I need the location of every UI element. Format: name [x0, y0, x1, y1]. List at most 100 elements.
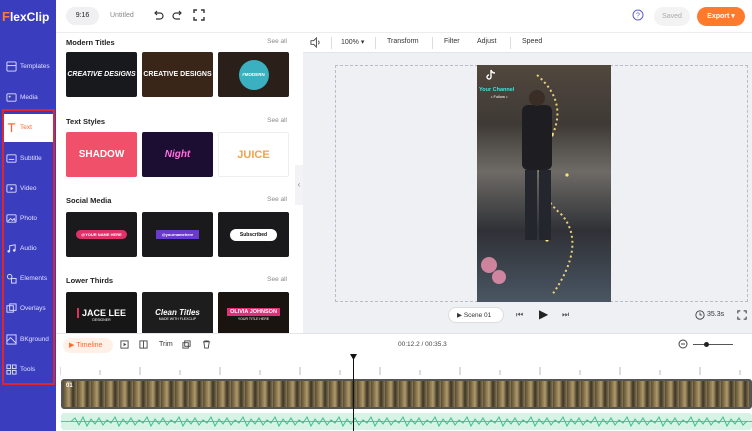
export-label: Export	[707, 13, 730, 20]
template-thumbnail[interactable]: #MODERN	[218, 52, 289, 97]
sidebar-item-subtitle[interactable]: Subtitle	[2, 145, 54, 173]
toolbar-divider	[331, 37, 332, 49]
template-thumbnail[interactable]: @YOUR NAME HERE	[66, 212, 137, 257]
background-icon	[6, 334, 17, 345]
sidebar-item-overlays[interactable]: Overlays	[2, 295, 54, 323]
see-all-link[interactable]: See all	[267, 117, 287, 124]
template-thumbnail[interactable]: Subscribed	[218, 212, 289, 257]
thumbnail-subtext: MADE WITH FLEXCLIP	[158, 317, 197, 321]
sidebar-item-video[interactable]: Video	[2, 175, 54, 203]
video-icon	[6, 184, 17, 193]
sidebar-item-audio[interactable]: Audio	[2, 235, 54, 263]
toolbar-divider	[432, 37, 433, 49]
speed-button[interactable]: Speed	[522, 38, 542, 45]
sidebar-item-tools[interactable]: Tools	[2, 356, 54, 384]
sidebar-item-elements[interactable]: Elements	[2, 265, 54, 293]
sidebar-item-photo[interactable]: Photo	[2, 205, 54, 233]
template-thumbnail[interactable]: JACE LEE DESIGNER	[66, 292, 137, 333]
timeline-time: 00:12.2 / 00:35.3	[398, 341, 447, 348]
preview-toolbar: 100% ▾ Transform Filter Adjust Speed	[303, 33, 752, 53]
clock-icon	[695, 310, 705, 320]
template-thumbnail[interactable]: OLIVIA JOHNSON YOUR TITLE HERE	[218, 292, 289, 333]
playhead-line[interactable]	[353, 354, 354, 431]
sidebar-item-label: Subtitle	[20, 155, 42, 162]
template-thumbnail[interactable]: CREATIVE DESIGNS	[66, 52, 137, 97]
sidebar-item-label: Text	[20, 124, 32, 131]
tools-icon	[6, 364, 17, 375]
overlays-icon	[6, 303, 17, 313]
see-all-link[interactable]: See all	[267, 196, 287, 203]
see-all-link[interactable]: See all	[267, 38, 287, 45]
video-track[interactable]: 01	[61, 379, 752, 409]
redo-icon[interactable]	[172, 9, 184, 21]
video-preview[interactable]: Your Channel • Follow •	[477, 65, 611, 302]
sidebar-item-label: Overlays	[20, 305, 46, 312]
zoom-out-icon[interactable]	[678, 339, 688, 349]
sidebar-item-text[interactable]: Text	[2, 114, 54, 142]
delete-icon[interactable]	[202, 340, 211, 349]
sidebar-item-label: Photo	[20, 215, 37, 222]
scene-selector[interactable]: ▶ Scene 01	[448, 307, 504, 323]
template-thumbnail[interactable]: Clean Titles MADE WITH FLEXCLIP	[142, 292, 213, 333]
play-icon[interactable]: ▶	[539, 307, 548, 321]
saved-status: Saved	[654, 7, 690, 26]
audio-icon	[7, 244, 16, 253]
volume-icon[interactable]	[310, 37, 321, 48]
zoom-slider[interactable]	[693, 344, 733, 345]
transform-button[interactable]: Transform	[387, 38, 419, 45]
filter-button[interactable]: Filter	[444, 38, 460, 45]
next-scene-icon[interactable]: ⏭	[562, 310, 569, 320]
sidebar-item-media[interactable]: Media	[2, 84, 54, 112]
sidebar-item-label: Audio	[20, 245, 37, 252]
export-button[interactable]: Export ▾	[697, 7, 745, 26]
playback-bar: ▶ Scene 01 ⏮ ▶ ⏭ 35.3s	[303, 303, 752, 333]
sidebar-item-background[interactable]: BKground	[2, 326, 54, 354]
total-duration: 35.3s	[707, 311, 725, 318]
category-title: Modern Titles	[66, 38, 115, 47]
zoom-dropdown[interactable]: 100% ▾	[341, 38, 364, 46]
flexclip-logo[interactable]: FlexClip	[2, 9, 54, 27]
zoom-value: 100%	[341, 39, 359, 46]
template-thumbnail[interactable]: @yournamehere	[142, 212, 213, 257]
play-small-icon: ▶	[457, 312, 462, 319]
fullscreen-icon[interactable]	[193, 9, 205, 21]
project-title[interactable]: Untitled	[110, 12, 134, 19]
trim-button[interactable]: Trim	[159, 341, 173, 348]
timeline-tab[interactable]: ▶ Timeline	[63, 338, 113, 353]
previous-scene-icon[interactable]: ⏮	[516, 310, 523, 320]
thumbnail-text: @yournamehere	[155, 230, 200, 239]
category-title: Lower Thirds	[66, 276, 114, 285]
see-all-link[interactable]: See all	[267, 276, 287, 283]
category-title: Text Styles	[66, 117, 106, 126]
logo-text: lexClip	[9, 10, 50, 24]
thumbnail-text: @YOUR NAME HERE	[76, 230, 127, 239]
undo-icon[interactable]	[152, 9, 164, 21]
subtitle-icon	[6, 154, 17, 163]
template-thumbnail[interactable]: CREATIVE DESIGNS	[142, 52, 213, 97]
help-icon[interactable]: ?	[632, 9, 644, 21]
thumbnail-text: #MODERN	[238, 59, 269, 90]
aspect-ratio-button[interactable]: 9:16	[66, 7, 99, 25]
thumbnail-text: Clean Titles	[155, 308, 200, 317]
thumbnail-text: SHADOW	[78, 149, 125, 160]
timeline-ruler[interactable]	[60, 357, 752, 375]
add-clip-icon[interactable]	[120, 340, 129, 349]
collapse-panel-button[interactable]: ‹	[295, 165, 303, 205]
expand-preview-icon[interactable]	[737, 310, 747, 320]
thumbnail-text: Subscribed	[229, 228, 278, 241]
duplicate-icon[interactable]	[182, 340, 191, 349]
svg-text:?: ?	[636, 13, 640, 20]
text-icon	[7, 123, 16, 133]
elements-icon	[6, 273, 17, 284]
split-icon[interactable]	[139, 340, 148, 349]
media-icon	[6, 93, 17, 102]
adjust-button[interactable]: Adjust	[477, 38, 496, 45]
zoom-slider-handle[interactable]	[704, 342, 709, 347]
template-thumbnail[interactable]: SHADOW	[66, 132, 137, 177]
template-thumbnail[interactable]: JUICE	[218, 132, 289, 177]
sidebar-item-templates[interactable]: Templates	[2, 53, 54, 81]
audio-track[interactable]	[61, 413, 752, 430]
thumbnail-text: Night	[164, 149, 191, 160]
template-thumbnail[interactable]: Night	[142, 132, 213, 177]
toolbar-divider	[510, 37, 511, 49]
